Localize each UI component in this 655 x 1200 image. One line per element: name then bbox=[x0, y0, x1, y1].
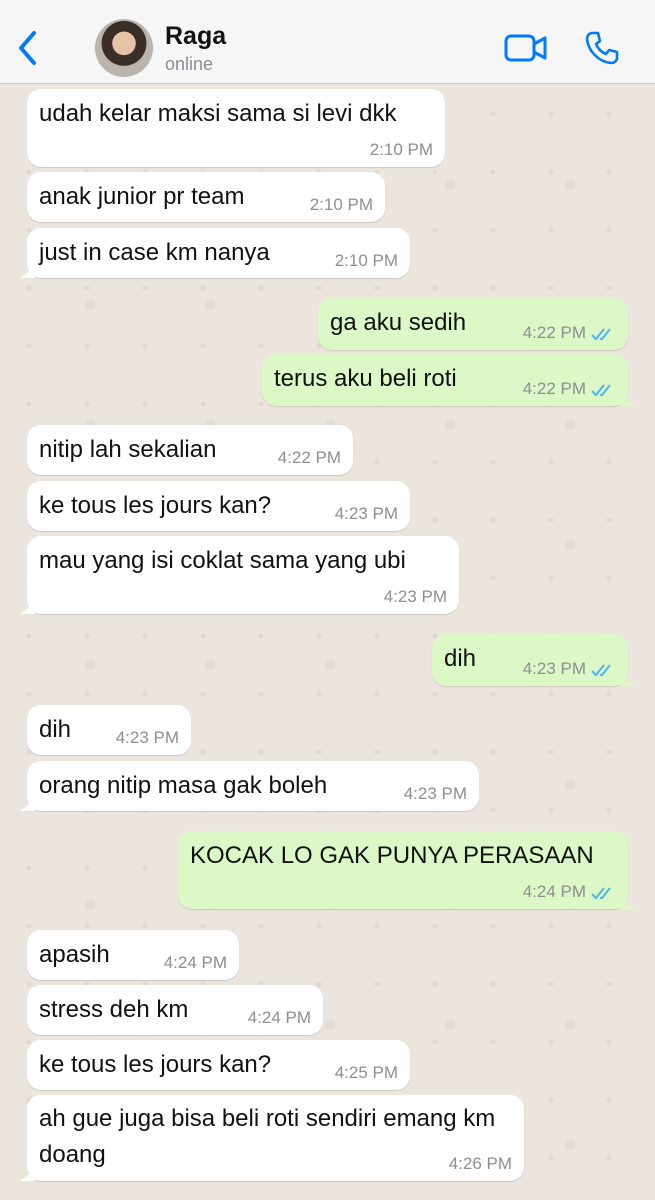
message-time: 4:24 PM bbox=[163, 953, 227, 972]
double-check-icon bbox=[591, 384, 611, 397]
incoming-message[interactable]: udah kelar maksi sama si levi dkk 2:10 P… bbox=[27, 89, 445, 167]
bubble-tail bbox=[620, 895, 636, 909]
message-text: udah kelar maksi sama si levi dkk bbox=[39, 100, 397, 127]
double-check-icon bbox=[591, 328, 611, 341]
double-check-icon bbox=[591, 664, 611, 677]
message-text: KOCAK LO GAK PUNYA PERASAAN bbox=[190, 842, 594, 869]
contact-status: online bbox=[165, 54, 214, 74]
message-time: 4:24 PM bbox=[522, 882, 586, 901]
message-list[interactable]: udah kelar maksi sama si levi dkk 2:10 P… bbox=[0, 85, 655, 1200]
message-time: 4:23 PM bbox=[522, 659, 586, 678]
message-text: just in case km nanya bbox=[39, 239, 270, 266]
outgoing-message[interactable]: KOCAK LO GAK PUNYA PERASAAN 4:24 PM bbox=[178, 831, 636, 909]
message-time: 4:25 PM bbox=[334, 1063, 398, 1082]
video-call-button[interactable] bbox=[504, 32, 548, 64]
bubble-tail bbox=[19, 797, 35, 811]
message-time: 4:23 PM bbox=[403, 784, 467, 803]
incoming-message[interactable]: orang nitip masa gak boleh 4:23 PM bbox=[19, 761, 479, 811]
message-text: orang nitip masa gak boleh bbox=[39, 772, 328, 799]
message-time: 4:22 PM bbox=[522, 323, 586, 342]
bubble-tail bbox=[620, 672, 636, 686]
message-text: ga aku sedih bbox=[330, 309, 467, 336]
message-text: ah gue juga bisa beli roti sendiri emang… bbox=[39, 1105, 496, 1168]
message-text: apasih bbox=[39, 941, 110, 968]
message-time: 2:10 PM bbox=[309, 195, 373, 214]
chat-header: Raga online bbox=[0, 0, 655, 84]
incoming-message[interactable]: apasih 4:24 PM bbox=[27, 930, 239, 980]
message-text: dih bbox=[39, 716, 72, 743]
outgoing-message[interactable]: ga aku sedih 4:22 PM bbox=[318, 298, 628, 350]
message-text: dih bbox=[444, 645, 477, 672]
message-time: 4:23 PM bbox=[334, 504, 398, 523]
video-camera-icon bbox=[504, 34, 547, 62]
back-button[interactable] bbox=[14, 28, 44, 68]
message-text: stress deh km bbox=[39, 996, 189, 1023]
incoming-message[interactable]: mau yang isi coklat sama yang ubi 4:23 P… bbox=[19, 536, 459, 614]
incoming-message[interactable]: stress deh km 4:24 PM bbox=[27, 985, 323, 1035]
message-time: 2:10 PM bbox=[369, 140, 433, 159]
incoming-message[interactable]: dih 4:23 PM bbox=[27, 705, 191, 755]
bubble-tail bbox=[19, 1167, 35, 1181]
message-time: 4:23 PM bbox=[115, 728, 179, 747]
incoming-message[interactable]: just in case km nanya 2:10 PM bbox=[19, 228, 410, 278]
bubble-tail bbox=[620, 392, 636, 406]
avatar[interactable] bbox=[95, 19, 153, 77]
bubble-tail bbox=[19, 264, 35, 278]
incoming-message[interactable]: anak junior pr team 2:10 PM bbox=[27, 172, 385, 222]
message-time: 4:22 PM bbox=[522, 379, 586, 398]
double-check-icon bbox=[591, 887, 611, 900]
message-text: nitip lah sekalian bbox=[39, 436, 217, 463]
message-text: ke tous les jours kan? bbox=[39, 1051, 272, 1078]
incoming-message[interactable]: ke tous les jours kan? 4:25 PM bbox=[27, 1040, 410, 1090]
incoming-message[interactable]: ke tous les jours kan? 4:23 PM bbox=[27, 481, 410, 531]
message-time: 4:22 PM bbox=[277, 448, 341, 467]
bubble-tail bbox=[19, 600, 35, 614]
message-time: 4:23 PM bbox=[383, 587, 447, 606]
outgoing-message[interactable]: dih 4:23 PM bbox=[432, 634, 636, 686]
contact-name[interactable]: Raga bbox=[165, 22, 226, 51]
incoming-message[interactable]: ah gue juga bisa beli roti sendiri emang… bbox=[19, 1095, 524, 1181]
voice-call-button[interactable] bbox=[584, 30, 620, 66]
message-text: terus aku beli roti bbox=[274, 365, 457, 392]
outgoing-message[interactable]: terus aku beli roti 4:22 PM bbox=[262, 354, 636, 406]
chevron-left-icon bbox=[19, 31, 36, 65]
incoming-message[interactable]: nitip lah sekalian 4:22 PM bbox=[27, 425, 353, 475]
message-time: 4:24 PM bbox=[247, 1008, 311, 1027]
message-time: 2:10 PM bbox=[334, 251, 398, 270]
message-text: ke tous les jours kan? bbox=[39, 492, 272, 519]
message-text: anak junior pr team bbox=[39, 183, 245, 210]
phone-icon bbox=[585, 31, 619, 65]
message-text: mau yang isi coklat sama yang ubi bbox=[39, 547, 406, 574]
message-time: 4:26 PM bbox=[448, 1154, 512, 1173]
